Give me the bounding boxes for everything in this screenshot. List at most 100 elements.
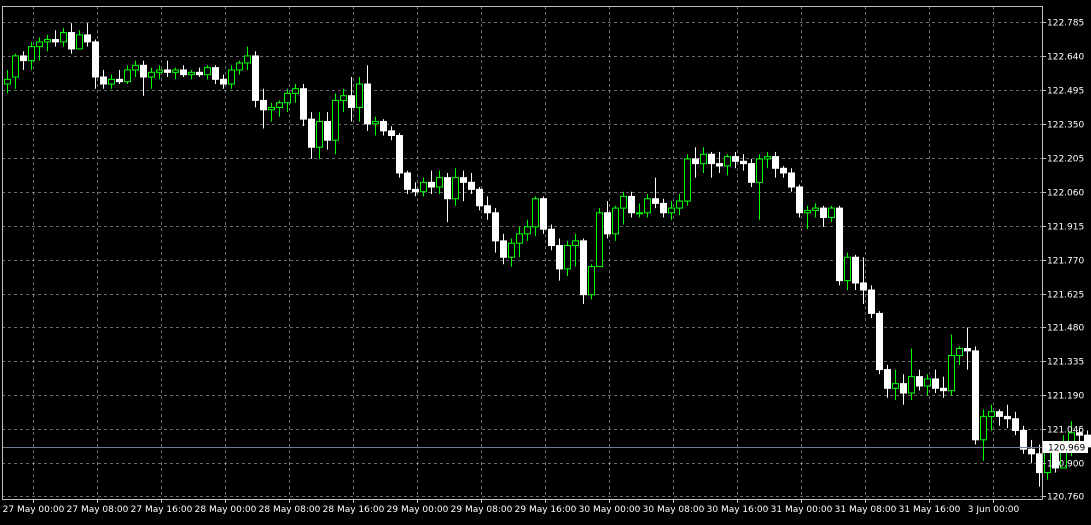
- x-tick-label: 29 May 08:00: [451, 505, 513, 515]
- candle-body: [20, 55, 27, 62]
- candle-body: [924, 378, 931, 387]
- candle-body: [700, 153, 707, 165]
- candle-body: [292, 88, 299, 94]
- y-tick-label: 121.625: [1047, 291, 1084, 301]
- x-tick-label: 28 May 16:00: [323, 505, 385, 515]
- candle: [252, 51, 259, 108]
- candle-body: [332, 99, 339, 141]
- candle-body: [148, 71, 155, 78]
- current-price-label: 120.969: [1048, 444, 1085, 454]
- candle-body: [204, 67, 211, 76]
- candle-body: [564, 245, 571, 270]
- x-tick-label: 31 May 00:00: [771, 505, 833, 515]
- candle-body: [836, 207, 843, 282]
- current-price-box: 120.969: [1043, 441, 1088, 454]
- candle-body: [476, 188, 483, 207]
- candle-body: [36, 41, 43, 48]
- candle: [588, 264, 595, 300]
- candle-body: [60, 32, 67, 43]
- candle-body: [796, 186, 803, 214]
- candle-body: [484, 205, 491, 214]
- candle-body: [156, 69, 163, 73]
- candle-body: [852, 256, 859, 284]
- candle-body: [716, 163, 723, 167]
- candle-body: [756, 158, 763, 183]
- candle-body: [732, 156, 739, 162]
- candle-body: [412, 188, 419, 193]
- candle-body: [740, 160, 747, 165]
- candle-body: [132, 64, 139, 71]
- candle-body: [52, 39, 59, 43]
- x-tick-label: 3 Jun 00:00: [968, 505, 1020, 515]
- candle-body: [980, 415, 987, 441]
- candle-body: [236, 62, 243, 71]
- candle-body: [676, 200, 683, 209]
- candle-body: [420, 181, 427, 193]
- candle-body: [268, 106, 275, 111]
- candle-body: [1004, 415, 1011, 420]
- candle-body: [788, 172, 795, 188]
- candle: [580, 238, 587, 305]
- candle-body: [532, 198, 539, 228]
- candle-body: [988, 411, 995, 417]
- candle-body: [364, 83, 371, 125]
- x-tick-label: 28 May 00:00: [195, 505, 257, 515]
- x-tick-label: 30 May 00:00: [579, 505, 641, 515]
- candle-body: [668, 207, 675, 214]
- candle-body: [996, 411, 1003, 417]
- candle-body: [620, 195, 627, 209]
- candle: [796, 184, 803, 218]
- candle-body: [932, 378, 939, 389]
- y-tick-label: 122.060: [1047, 189, 1084, 199]
- candle-body: [316, 120, 323, 148]
- candle-body: [1012, 418, 1019, 431]
- x-tick-label: 27 May 16:00: [131, 505, 193, 515]
- candle-body: [308, 118, 315, 148]
- candle-body: [100, 76, 107, 85]
- candle-body: [116, 78, 123, 83]
- candle-body: [660, 202, 667, 214]
- candle-body: [108, 78, 115, 85]
- candle-body: [324, 120, 331, 141]
- candle: [684, 154, 691, 206]
- x-tick-label: 31 May 08:00: [835, 505, 897, 515]
- candle-body: [508, 242, 515, 258]
- candle-body: [516, 233, 523, 244]
- candle-body: [812, 207, 819, 211]
- x-tick-label: 29 May 16:00: [515, 505, 577, 515]
- candle-body: [28, 46, 35, 62]
- candle-body: [68, 32, 75, 50]
- candle: [1020, 425, 1027, 454]
- candle-body: [140, 64, 147, 78]
- candle-body: [748, 163, 755, 183]
- candle-body: [372, 120, 379, 125]
- candle: [396, 133, 403, 178]
- candle-body: [956, 348, 963, 357]
- candle-body: [452, 177, 459, 200]
- candle-body: [916, 376, 923, 387]
- candle-body: [948, 355, 955, 392]
- candle-body: [356, 83, 363, 108]
- candle: [876, 311, 883, 375]
- candle-body: [180, 69, 187, 76]
- x-tick-label: 30 May 16:00: [707, 505, 769, 515]
- candle-body: [588, 266, 595, 296]
- candle-body: [636, 212, 643, 215]
- y-tick-label: 121.190: [1047, 392, 1084, 402]
- candle-body: [84, 34, 91, 43]
- candle-body: [628, 195, 635, 214]
- candle-body: [596, 212, 603, 268]
- candle-body: [1020, 429, 1027, 450]
- y-tick-label: 122.205: [1047, 155, 1084, 165]
- candle-body: [380, 120, 387, 132]
- candle-body: [868, 289, 875, 314]
- candle: [836, 205, 843, 286]
- candle-body: [828, 207, 835, 218]
- x-tick-label: 29 May 00:00: [387, 505, 449, 515]
- candle-body: [468, 181, 475, 190]
- candle-body: [348, 95, 355, 108]
- candle-body: [284, 92, 291, 104]
- candle-body: [172, 69, 179, 73]
- y-tick-label: 121.915: [1047, 223, 1084, 233]
- candle-body: [300, 88, 307, 120]
